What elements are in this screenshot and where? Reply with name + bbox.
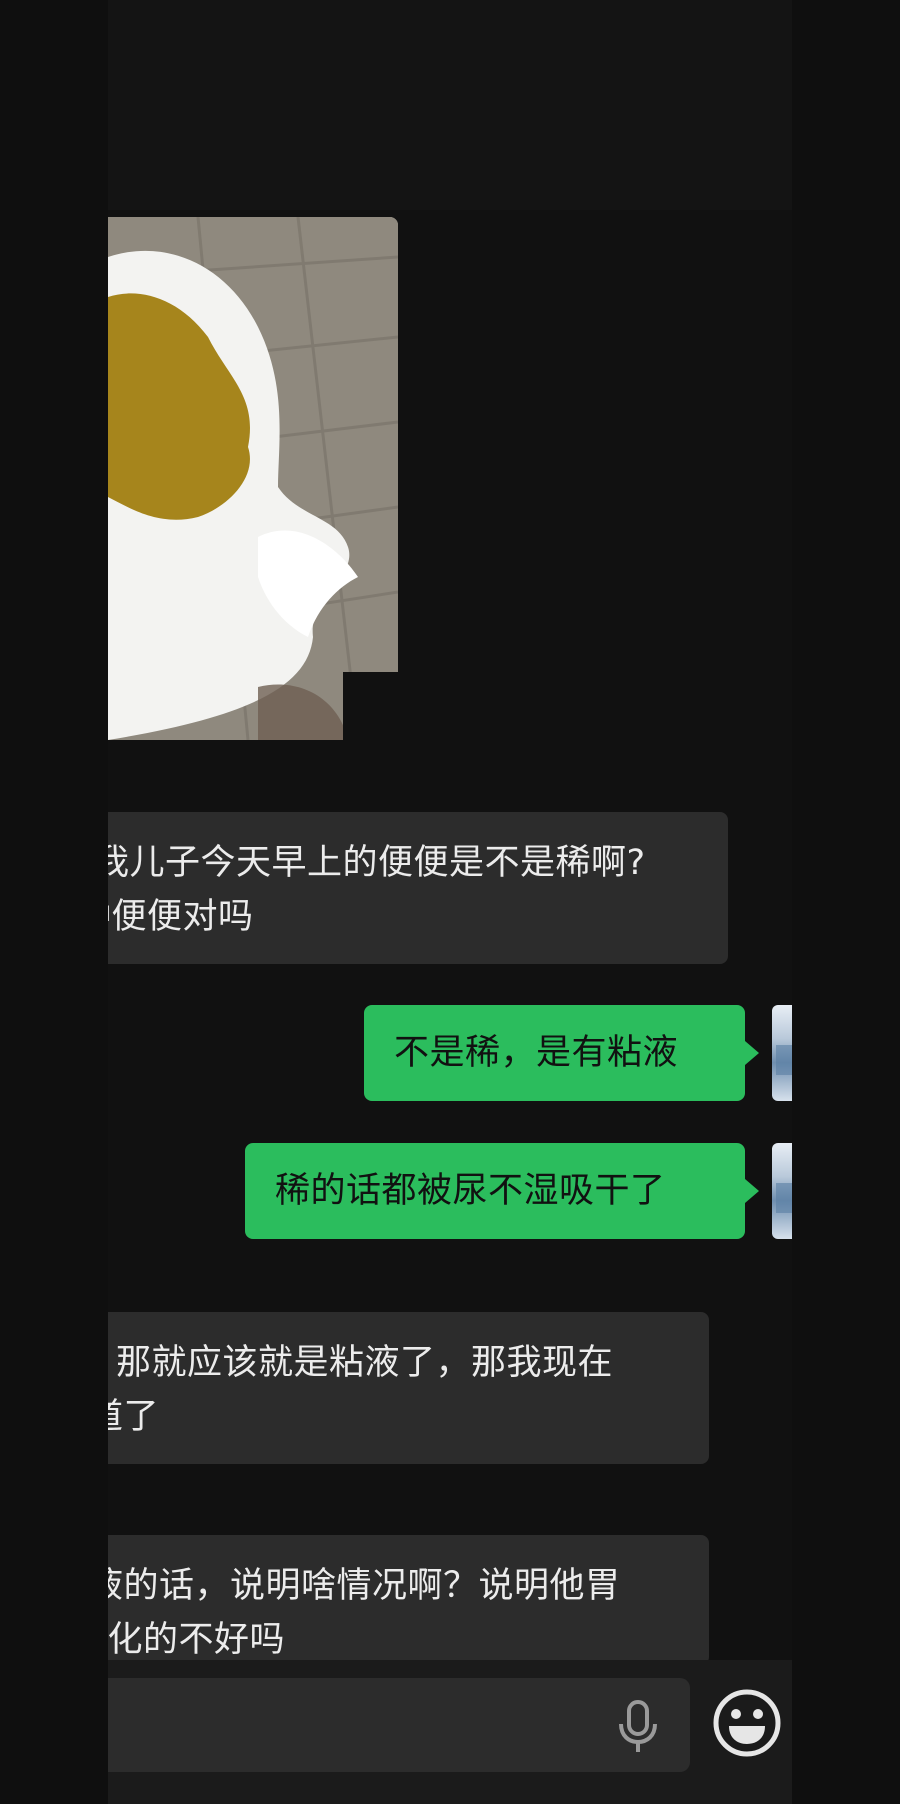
message-text: 道了 [108, 1397, 160, 1437]
emoji-icon[interactable] [712, 1688, 782, 1758]
message-text: 消化的不好吗 [108, 1620, 286, 1660]
bubble-tail [745, 1041, 759, 1065]
message-text: 液的话，说明啥情况啊？说明他胃 [108, 1566, 621, 1606]
message-input[interactable] [108, 1678, 690, 1772]
message-text: 不是稀，是有粘液 [394, 1033, 679, 1073]
received-message-bubble[interactable]: 液的话，说明啥情况啊？说明他胃 消化的不好吗 [108, 1535, 709, 1665]
message-text: 我儿子今天早上的便便是不是稀啊? [108, 843, 646, 883]
chat-screen: 我儿子今天早上的便便是不是稀啊? 种便便对吗 不是稀，是有粘液 稀的话都被尿不湿… [0, 0, 900, 1804]
my-avatar[interactable] [772, 1005, 792, 1101]
received-message-bubble[interactable]: 我儿子今天早上的便便是不是稀啊? 种便便对吗 [108, 812, 728, 964]
message-text: 稀的话都被尿不湿吸干了 [275, 1171, 666, 1211]
image-message[interactable] [108, 217, 398, 740]
photo-crop-corner [343, 672, 403, 744]
my-avatar[interactable] [772, 1143, 792, 1239]
message-text: 种便便对吗 [108, 897, 254, 937]
microphone-icon[interactable] [616, 1700, 660, 1754]
chat-top-area [108, 0, 792, 210]
sent-message-bubble[interactable]: 不是稀，是有粘液 [364, 1005, 745, 1101]
sent-message-bubble[interactable]: 稀的话都被尿不湿吸干了 [245, 1143, 745, 1239]
bubble-tail [745, 1179, 759, 1203]
received-message-bubble[interactable]: 那就应该就是粘液了，那我现在 道了 [108, 1312, 709, 1464]
message-text: 那就应该就是粘液了，那我现在 [116, 1343, 614, 1383]
photo-thumbnail [108, 217, 398, 740]
